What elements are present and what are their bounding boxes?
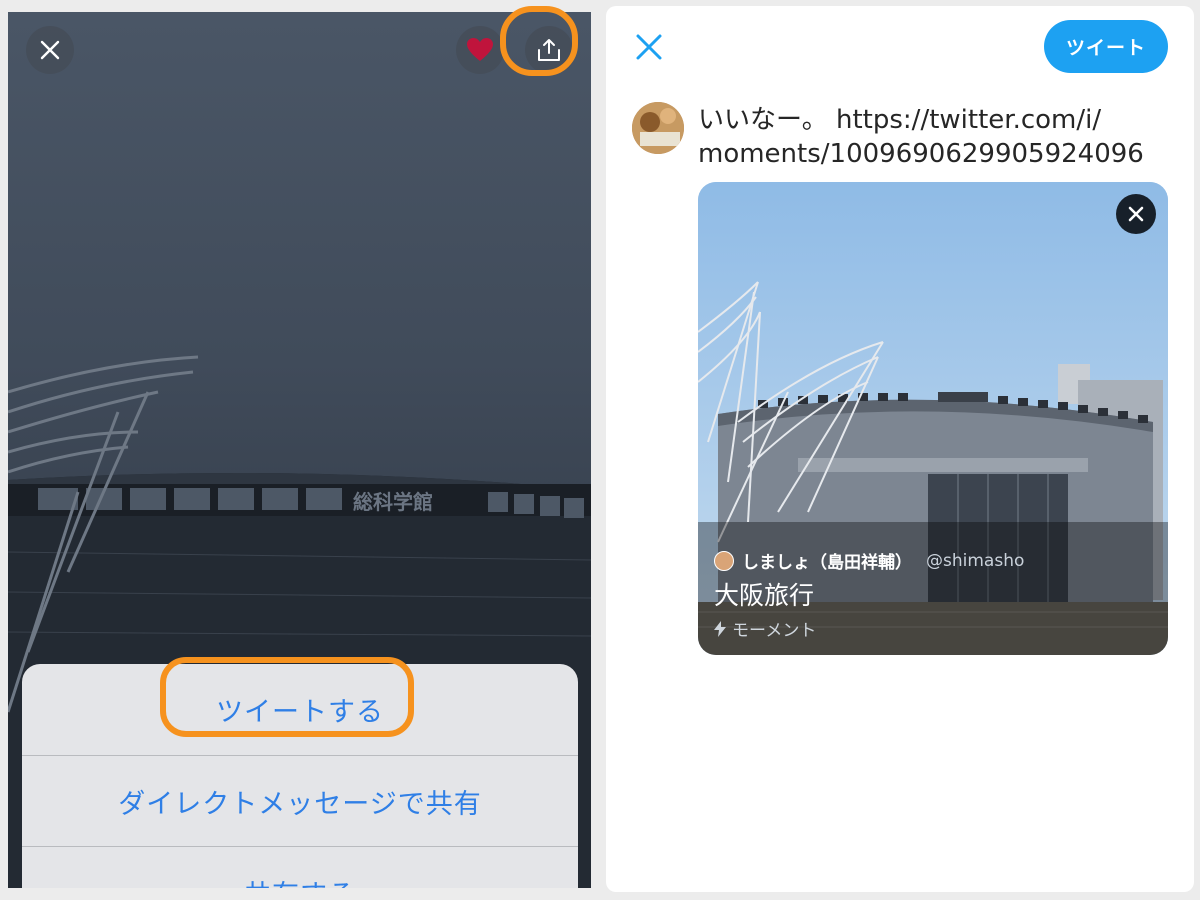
card-title: 大阪旅行 (714, 581, 815, 610)
direct-message-action[interactable]: ダイレクトメッセージで共有 (22, 755, 578, 846)
avatar (632, 102, 684, 154)
card-type-label: モーメント (732, 621, 817, 641)
close-button[interactable] (26, 26, 74, 74)
mini-avatar (714, 550, 734, 571)
like-button[interactable] (456, 26, 504, 74)
close-icon (40, 40, 60, 60)
moment-card: しましょ（島田祥輔） @shimasho 大阪旅行 モーメント (698, 182, 1168, 655)
share-action[interactable]: 共有する (22, 846, 578, 888)
tweet-button[interactable]: ツイート (1044, 20, 1168, 73)
tweet-action-highlight (160, 657, 414, 737)
share-action-label: 共有する (244, 873, 356, 888)
remove-card-button[interactable] (1116, 194, 1156, 234)
lightning-icon (714, 620, 726, 637)
direct-message-action-label: ダイレクトメッセージで共有 (118, 788, 482, 820)
heart-icon (467, 38, 493, 61)
share-button-highlight (500, 6, 578, 76)
card-type: モーメント (714, 616, 816, 641)
tweet-text-line: moments/1009690629905924096 (698, 139, 1144, 169)
author-name: しましょ（島田祥輔） (742, 553, 912, 573)
tweet-text-input[interactable]: いいなー。 https://twitter.com/i/ moments/100… (698, 103, 1178, 171)
card-author: しましょ（島田祥輔） @shimasho (714, 548, 1024, 573)
author-handle: @shimasho (926, 550, 1025, 571)
compose-tweet-panel: ツイート いいなー。 https://twitter.com/i/ moment… (606, 6, 1194, 892)
moment-viewer: 総科学館 ツイートする ダイレクトメッセージで共有 (8, 12, 591, 888)
close-icon (1128, 206, 1144, 222)
building-sign: 総科学館 (353, 490, 433, 514)
tweet-text-line: いいなー。 https://twitter.com/i/ (698, 105, 1102, 135)
close-icon[interactable] (634, 32, 664, 62)
